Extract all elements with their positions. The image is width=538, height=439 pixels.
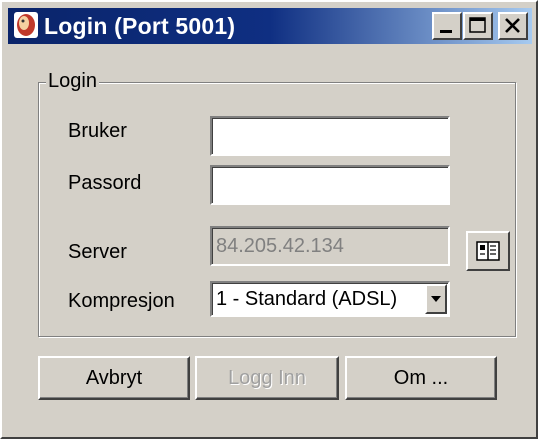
compression-selected-value: 1 - Standard (ADSL) bbox=[216, 288, 398, 310]
login-window: Login (Port 5001) Login Bruker Passord S… bbox=[0, 0, 538, 439]
about-button[interactable]: Om ... bbox=[345, 356, 497, 400]
compression-select[interactable]: 1 - Standard (ADSL) bbox=[210, 281, 450, 317]
groupbox-title: Login bbox=[46, 69, 99, 93]
compression-label: Kompresjon bbox=[68, 290, 175, 312]
server-field[interactable] bbox=[210, 226, 450, 266]
maximize-button[interactable] bbox=[463, 12, 493, 40]
app-icon[interactable] bbox=[12, 11, 40, 39]
login-button-label: Logg Inn bbox=[228, 367, 306, 389]
cancel-button[interactable]: Avbryt bbox=[38, 356, 190, 400]
maximize-icon bbox=[469, 17, 486, 33]
chevron-down-icon bbox=[431, 296, 441, 302]
minimize-icon bbox=[440, 30, 452, 33]
cancel-button-label: Avbryt bbox=[85, 367, 143, 389]
login-button[interactable]: Logg Inn bbox=[195, 356, 339, 400]
address-book-icon bbox=[476, 241, 500, 261]
server-label: Server bbox=[68, 241, 127, 263]
password-input[interactable] bbox=[216, 167, 444, 203]
server-list-button[interactable] bbox=[466, 231, 510, 271]
user-input[interactable] bbox=[216, 118, 444, 154]
window-title: Login (Port 5001) bbox=[44, 13, 236, 39]
user-label: Bruker bbox=[68, 120, 127, 142]
user-field[interactable] bbox=[210, 116, 450, 156]
minimize-button[interactable] bbox=[432, 12, 462, 40]
close-button[interactable] bbox=[498, 12, 528, 40]
title-bar[interactable]: Login (Port 5001) bbox=[8, 8, 532, 44]
password-field[interactable] bbox=[210, 165, 450, 205]
close-icon bbox=[505, 18, 520, 33]
server-input[interactable] bbox=[216, 228, 444, 264]
about-button-label: Om ... bbox=[393, 367, 449, 389]
password-label: Passord bbox=[68, 172, 142, 194]
dropdown-button[interactable] bbox=[425, 284, 447, 314]
